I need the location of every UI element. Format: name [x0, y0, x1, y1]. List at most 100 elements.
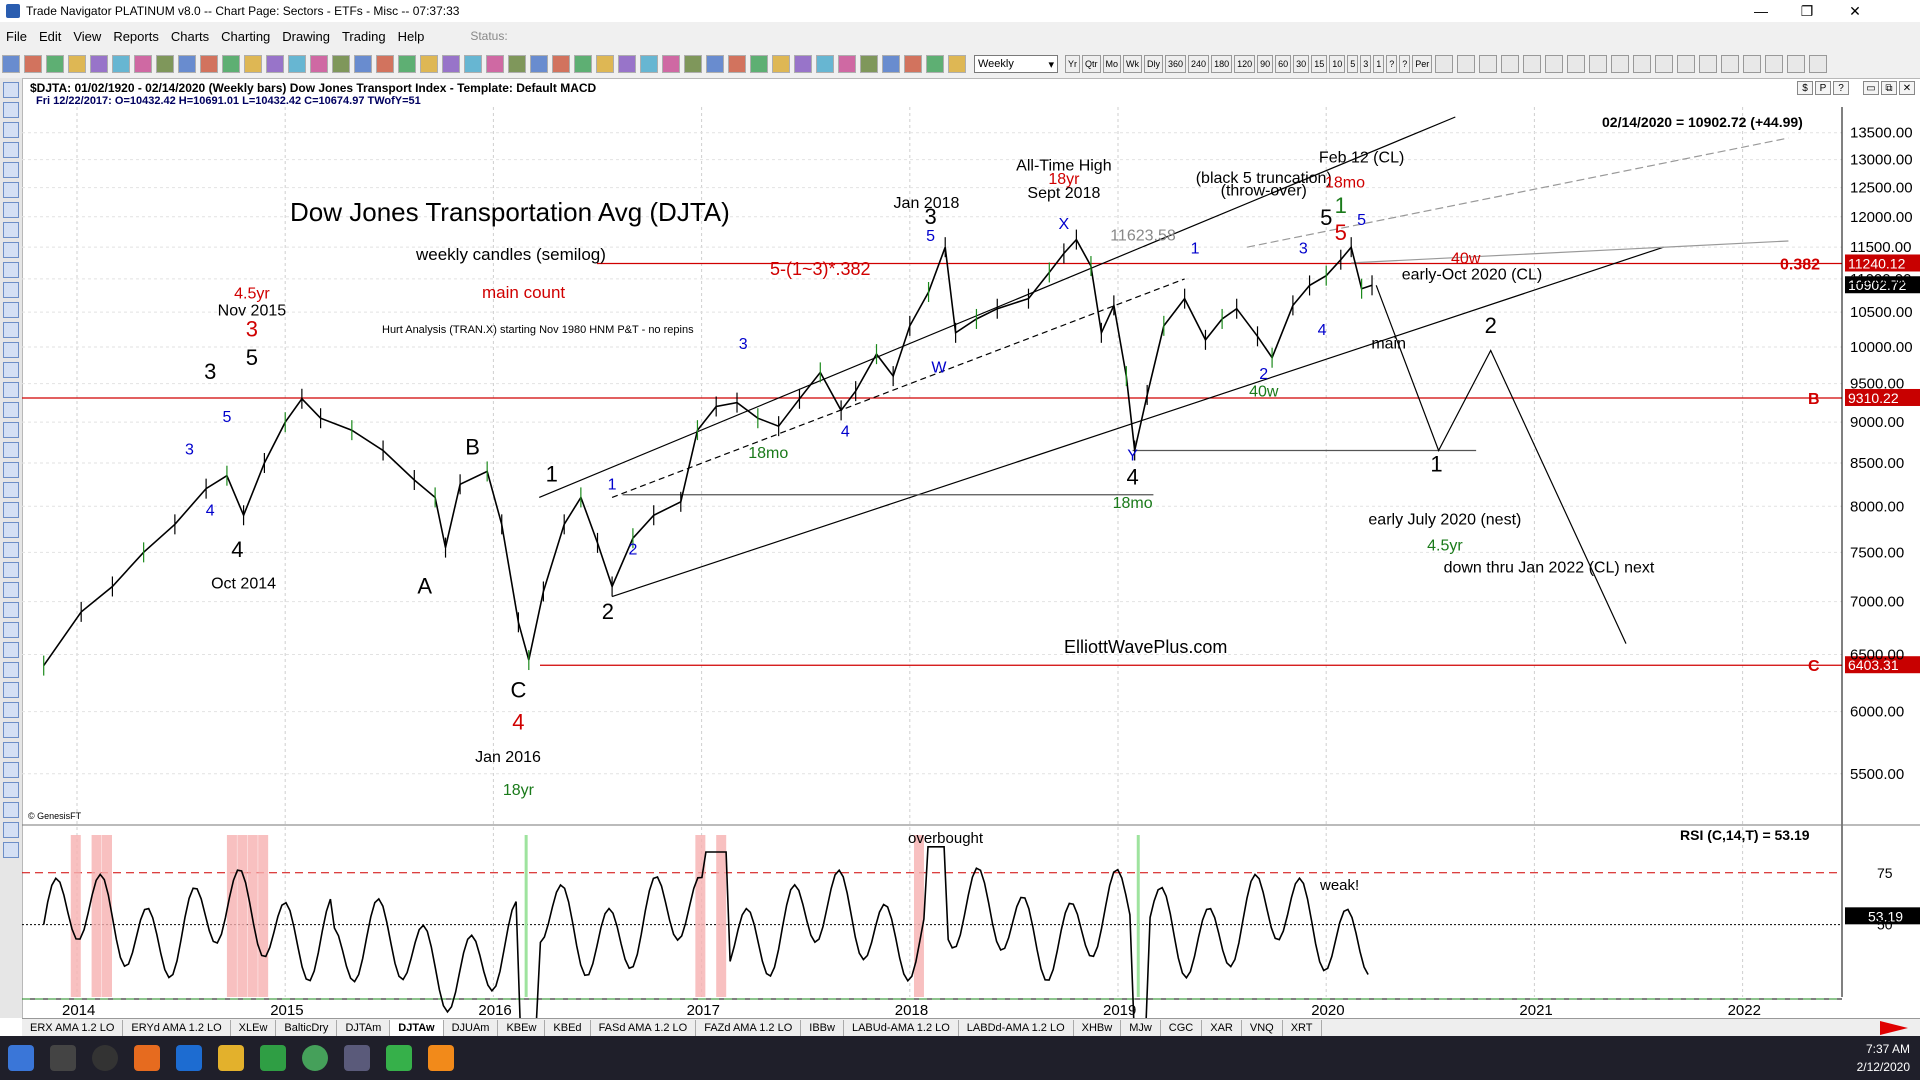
sidebar-tool-icon[interactable]	[3, 742, 19, 758]
toolbar-button[interactable]	[772, 55, 790, 73]
toolbar-button[interactable]	[552, 55, 570, 73]
toolbar-button[interactable]	[750, 55, 768, 73]
drawing-tool-button[interactable]	[1787, 55, 1806, 73]
drawing-tool-button[interactable]	[1523, 55, 1542, 73]
menu-file[interactable]: File	[0, 29, 33, 44]
toolbar-button[interactable]	[178, 55, 196, 73]
drawing-tool-button[interactable]	[1765, 55, 1784, 73]
drawing-tool-button[interactable]	[1479, 55, 1498, 73]
sidebar-tool-icon[interactable]	[3, 842, 19, 858]
chart-ctl-dollar[interactable]: $	[1797, 81, 1813, 95]
drawing-tool-button[interactable]	[1809, 55, 1828, 73]
sidebar-tool-icon[interactable]	[3, 822, 19, 838]
chart-ctl-minimize[interactable]: ▭	[1863, 81, 1879, 95]
chart-tab[interactable]: DJUAm	[444, 1019, 499, 1037]
drawing-tool-button[interactable]	[1545, 55, 1564, 73]
sidebar-tool-icon[interactable]	[3, 802, 19, 818]
toolbar-button[interactable]	[288, 55, 306, 73]
toolbar-button[interactable]	[68, 55, 86, 73]
drawing-tool-button[interactable]	[1611, 55, 1630, 73]
sidebar-tool-icon[interactable]	[3, 602, 19, 618]
scroll-right-arrow-icon[interactable]	[1880, 1021, 1908, 1035]
sidebar-tool-icon[interactable]	[3, 482, 19, 498]
toolbar-button[interactable]	[266, 55, 284, 73]
toolbar-button[interactable]	[354, 55, 372, 73]
toolbar-button[interactable]	[596, 55, 614, 73]
drawing-tool-button[interactable]	[1435, 55, 1454, 73]
menu-help[interactable]: Help	[392, 29, 431, 44]
sidebar-tool-icon[interactable]	[3, 102, 19, 118]
sidebar-tool-icon[interactable]	[3, 662, 19, 678]
toolbar-button[interactable]	[376, 55, 394, 73]
chart-tab[interactable]: FAZd AMA 1.2 LO	[696, 1019, 802, 1037]
period-button[interactable]: 90	[1257, 55, 1274, 73]
sidebar-tool-icon[interactable]	[3, 622, 19, 638]
period-button[interactable]: 30	[1293, 55, 1310, 73]
period-select[interactable]: Weekly ▾	[974, 55, 1058, 73]
app-icon-green[interactable]	[260, 1045, 286, 1071]
toolbar-button[interactable]	[838, 55, 856, 73]
close-button[interactable]: ✕	[1832, 0, 1878, 22]
period-button[interactable]: 60	[1275, 55, 1292, 73]
sidebar-tool-icon[interactable]	[3, 562, 19, 578]
toolbar-button[interactable]	[882, 55, 900, 73]
sidebar-tool-icon[interactable]	[3, 702, 19, 718]
chart-tab[interactable]: MJw	[1121, 1019, 1161, 1037]
toolbar-button[interactable]	[222, 55, 240, 73]
drawing-tool-button[interactable]	[1677, 55, 1696, 73]
period-button[interactable]: 240	[1188, 55, 1210, 73]
sidebar-tool-icon[interactable]	[3, 202, 19, 218]
toolbar-button[interactable]	[728, 55, 746, 73]
period-button[interactable]: 360	[1165, 55, 1187, 73]
toolbar-button[interactable]	[486, 55, 504, 73]
toolbar-button[interactable]	[310, 55, 328, 73]
chart-ctl-close[interactable]: ✕	[1899, 81, 1915, 95]
drawing-tool-button[interactable]	[1567, 55, 1586, 73]
task-view-icon[interactable]	[92, 1045, 118, 1071]
sidebar-tool-icon[interactable]	[3, 82, 19, 98]
toolbar-button[interactable]	[112, 55, 130, 73]
period-button[interactable]: Yr	[1065, 55, 1080, 73]
toolbar-button[interactable]	[530, 55, 548, 73]
firefox-icon[interactable]	[134, 1045, 160, 1071]
toolbar-button[interactable]	[2, 55, 20, 73]
toolbar-button[interactable]	[442, 55, 460, 73]
price-chart[interactable]: 0.382 11240.12B 9310.22C 6403.3110902.72 4.…	[22, 107, 1920, 1018]
drawing-tool-button[interactable]	[1655, 55, 1674, 73]
sidebar-tool-icon[interactable]	[3, 642, 19, 658]
period-button[interactable]: 120	[1234, 55, 1256, 73]
period-button[interactable]: 3	[1360, 55, 1372, 73]
sidebar-tool-icon[interactable]	[3, 462, 19, 478]
period-button[interactable]: ?	[1386, 55, 1398, 73]
sidebar-tool-icon[interactable]	[3, 222, 19, 238]
toolbar-button[interactable]	[860, 55, 878, 73]
period-button[interactable]: Wk	[1123, 55, 1143, 73]
sidebar-tool-icon[interactable]	[3, 682, 19, 698]
toolbar-button[interactable]	[662, 55, 680, 73]
sidebar-tool-icon[interactable]	[3, 162, 19, 178]
toolbar-button[interactable]	[464, 55, 482, 73]
chart-tab[interactable]: KBEd	[545, 1019, 591, 1037]
chart-tab[interactable]: IBBw	[801, 1019, 844, 1037]
chart-tab[interactable]: BalticDry	[276, 1019, 338, 1037]
tn-icon[interactable]	[386, 1045, 412, 1071]
sidebar-tool-icon[interactable]	[3, 782, 19, 798]
chart-tab[interactable]: KBEw	[498, 1019, 546, 1037]
chart-tab[interactable]: FASd AMA 1.2 LO	[591, 1019, 697, 1037]
chart-tab[interactable]: XHBw	[1074, 1019, 1122, 1037]
menu-charting[interactable]: Charting	[215, 29, 276, 44]
period-button[interactable]: 10	[1329, 55, 1346, 73]
chart-tab[interactable]: DJTAm	[337, 1019, 391, 1037]
menu-edit[interactable]: Edit	[33, 29, 67, 44]
sidebar-tool-icon[interactable]	[3, 342, 19, 358]
toolbar-button[interactable]	[90, 55, 108, 73]
toolbar-button[interactable]	[46, 55, 64, 73]
toolbar-button[interactable]	[200, 55, 218, 73]
sidebar-tool-icon[interactable]	[3, 402, 19, 418]
toolbar-button[interactable]	[420, 55, 438, 73]
toolbar-button[interactable]	[794, 55, 812, 73]
drawing-tool-button[interactable]	[1721, 55, 1740, 73]
drawing-tool-button[interactable]	[1743, 55, 1762, 73]
toolbar-button[interactable]	[134, 55, 152, 73]
system-clock[interactable]: 7:37 AM 2/12/2020	[1857, 1040, 1910, 1076]
